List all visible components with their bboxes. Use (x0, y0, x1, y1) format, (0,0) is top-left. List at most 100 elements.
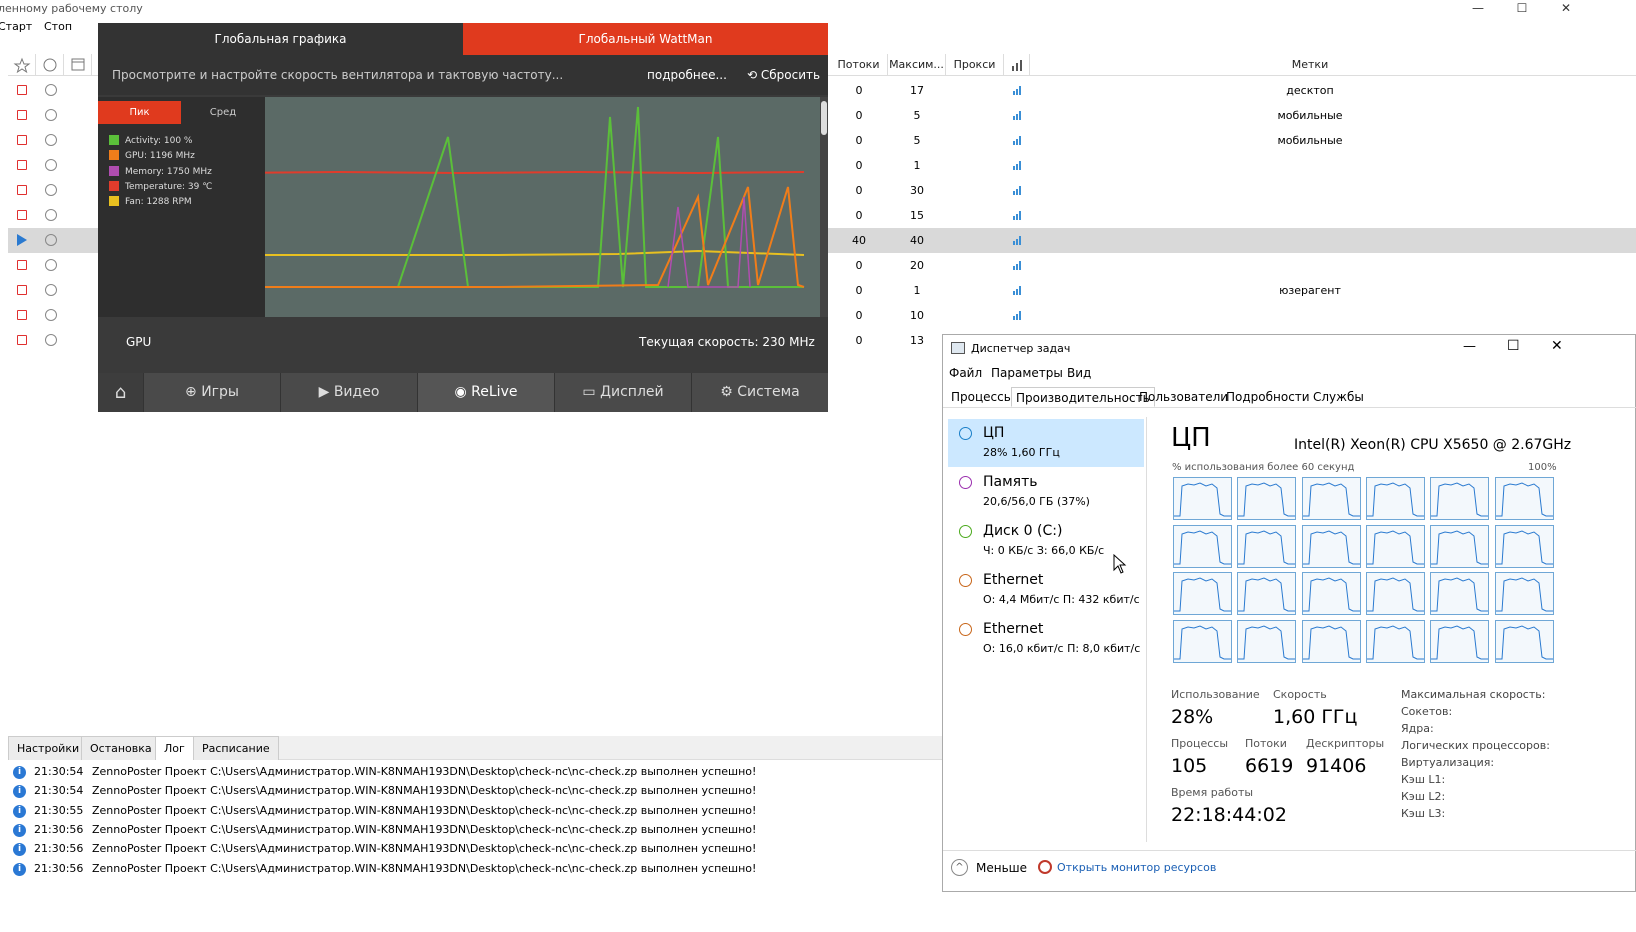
tab-processes[interactable]: Процессы (947, 387, 1017, 407)
start-button[interactable]: Старт (0, 20, 32, 33)
legend-checkbox[interactable] (109, 165, 119, 176)
amd-radeon-window: Глобальная графика Глобальный WattMan Пр… (98, 23, 828, 412)
legend-checkbox[interactable] (109, 196, 119, 207)
cpu-core-graph (1494, 524, 1554, 568)
home-button[interactable]: ⌂ (98, 373, 144, 412)
nav-relive[interactable]: ◉ ReLive (418, 373, 555, 412)
legend-item[interactable]: Activity: 100 % (109, 135, 193, 147)
amd-scrollbar-thumb[interactable] (821, 101, 827, 135)
bottom-tabs: Настройки Остановка Лог Расписание (8, 736, 942, 760)
tab-global-graphics[interactable]: Глобальная графика (98, 23, 463, 55)
row-checkbox[interactable] (17, 260, 27, 270)
perf-item[interactable]: Ethernet О: 16,0 кбит/с П: 8,0 кбит/с (948, 615, 1144, 663)
globe-column-icon[interactable] (36, 54, 64, 76)
legend-checkbox[interactable] (109, 135, 119, 145)
log-entry[interactable]: i 21:30:56 ZennoPoster Проект C:\Users\Адм… (8, 821, 942, 840)
perf-item[interactable]: Память 20,6/56,0 ГБ (37%) (948, 468, 1144, 516)
legend-item[interactable]: GPU: 1196 MHz (109, 150, 195, 162)
taskmgr-minimize-button[interactable]: — (1463, 339, 1476, 354)
minimize-button[interactable]: — (1456, 0, 1500, 18)
log-entry[interactable]: i 21:30:54 ZennoPoster Проект C:\Users\Адм… (8, 782, 942, 801)
perf-item[interactable]: ЦП 28% 1,60 ГГц (948, 419, 1144, 467)
row-checkbox[interactable] (17, 210, 27, 220)
max-column-header[interactable]: Максим... (888, 54, 946, 76)
menu-view[interactable]: Вид (1067, 366, 1091, 380)
log-entry[interactable]: i 21:30:54 ZennoPoster Проект C:\Users\Адм… (8, 763, 942, 782)
row-checkbox[interactable] (17, 85, 27, 95)
legend-checkbox[interactable] (109, 150, 119, 161)
running-icon[interactable] (17, 234, 27, 246)
reset-button[interactable]: ⟲ Сбросить (747, 68, 820, 82)
tab-settings[interactable]: Настройки (8, 736, 89, 760)
browser-icon (45, 84, 57, 96)
taskmgr-maximize-button[interactable]: ☐ (1507, 338, 1520, 354)
threads-column-header[interactable]: Потоки (830, 54, 888, 76)
nav-video[interactable]: ▶ Видео (281, 373, 418, 412)
fewer-details-button[interactable]: Меньше (976, 861, 1027, 875)
stats-bars-icon[interactable] (1013, 261, 1022, 270)
tab-performance[interactable]: Производительность (1011, 387, 1155, 407)
browser-icon (45, 109, 57, 121)
stats-bars-icon[interactable] (1013, 286, 1022, 295)
stop-button[interactable]: Стоп (44, 20, 72, 33)
legend-item[interactable]: Memory: 1750 MHz (109, 165, 212, 178)
amd-scrollbar[interactable] (820, 97, 828, 317)
legend-checkbox[interactable] (109, 180, 119, 191)
cpu-model: Intel(R) Xeon(R) CPU X5650 @ 2.67GHz (1294, 437, 1572, 453)
avg-toggle[interactable]: Сред (181, 101, 265, 124)
chevron-up-icon[interactable]: ^ (951, 859, 968, 876)
info-icon: i (13, 862, 26, 876)
tag-cell: десктоп (1286, 84, 1334, 97)
stats-bars-icon[interactable] (1013, 86, 1022, 95)
more-link[interactable]: подробнее... (647, 68, 727, 82)
taskmgr-close-button[interactable]: ✕ (1551, 338, 1563, 354)
processes-label: Процессы (1171, 737, 1229, 750)
log-entry[interactable]: i 21:30:55 ZennoPoster Проект C:\Users\Адм… (8, 802, 942, 821)
stats-bars-icon[interactable] (1013, 236, 1022, 245)
legend-item[interactable]: Temperature: 39 ℃ (109, 180, 212, 193)
bars-column-icon[interactable] (1004, 54, 1030, 76)
threads-cell: 0 (855, 259, 863, 272)
tab-stop[interactable]: Остановка (81, 736, 161, 760)
log-entry[interactable]: i 21:30:56 ZennoPoster Проект C:\Users\Адм… (8, 860, 942, 879)
nav-games[interactable]: ⊕ Игры (144, 373, 281, 412)
max-cell: 13 (910, 334, 924, 347)
stats-bars-icon[interactable] (1013, 186, 1022, 195)
nav-system[interactable]: ⚙ Система (692, 373, 828, 412)
stats-bars-icon[interactable] (1013, 111, 1022, 120)
proxy-column-header[interactable]: Прокси (946, 54, 1004, 76)
stats-bars-icon[interactable] (1013, 211, 1022, 220)
row-checkbox[interactable] (17, 135, 27, 145)
tags-column-header[interactable]: Метки (1030, 54, 1590, 76)
tab-log[interactable]: Лог (155, 736, 194, 760)
row-checkbox[interactable] (17, 160, 27, 170)
tab-schedule[interactable]: Расписание (193, 736, 279, 760)
close-button[interactable]: ✕ (1544, 0, 1588, 18)
cpu-core-graph (1430, 572, 1490, 615)
row-checkbox[interactable] (17, 335, 27, 345)
row-checkbox[interactable] (17, 310, 27, 320)
cpu-core-graph (1301, 477, 1361, 520)
menu-params[interactable]: Параметры (991, 366, 1063, 380)
row-checkbox[interactable] (17, 285, 27, 295)
tab-details[interactable]: Подробности (1222, 387, 1314, 407)
open-resource-monitor-link[interactable]: Открыть монитор ресурсов (1057, 861, 1216, 874)
stats-bars-icon[interactable] (1013, 311, 1022, 320)
browser-icon (45, 309, 57, 321)
nav-display[interactable]: ▭ Дисплей (555, 373, 692, 412)
window-column-icon[interactable] (64, 54, 92, 76)
stats-bars-icon[interactable] (1013, 136, 1022, 145)
peak-toggle[interactable]: Пик (98, 101, 181, 124)
info-icon: i (13, 766, 26, 779)
log-entry[interactable]: i 21:30:56 ZennoPoster Проект C:\Users\Адм… (8, 840, 942, 859)
tab-users[interactable]: Пользователи (1135, 387, 1232, 407)
row-checkbox[interactable] (17, 110, 27, 120)
row-checkbox[interactable] (17, 185, 27, 195)
menu-file[interactable]: Файл (949, 366, 982, 380)
tab-global-wattman[interactable]: Глобальный WattMan (463, 23, 828, 55)
legend-item[interactable]: Fan: 1288 RPM (109, 196, 192, 208)
maximize-button[interactable]: ☐ (1500, 0, 1544, 18)
star-column-icon[interactable] (8, 54, 36, 76)
tab-services[interactable]: Службы (1309, 387, 1368, 407)
stats-bars-icon[interactable] (1013, 161, 1022, 170)
